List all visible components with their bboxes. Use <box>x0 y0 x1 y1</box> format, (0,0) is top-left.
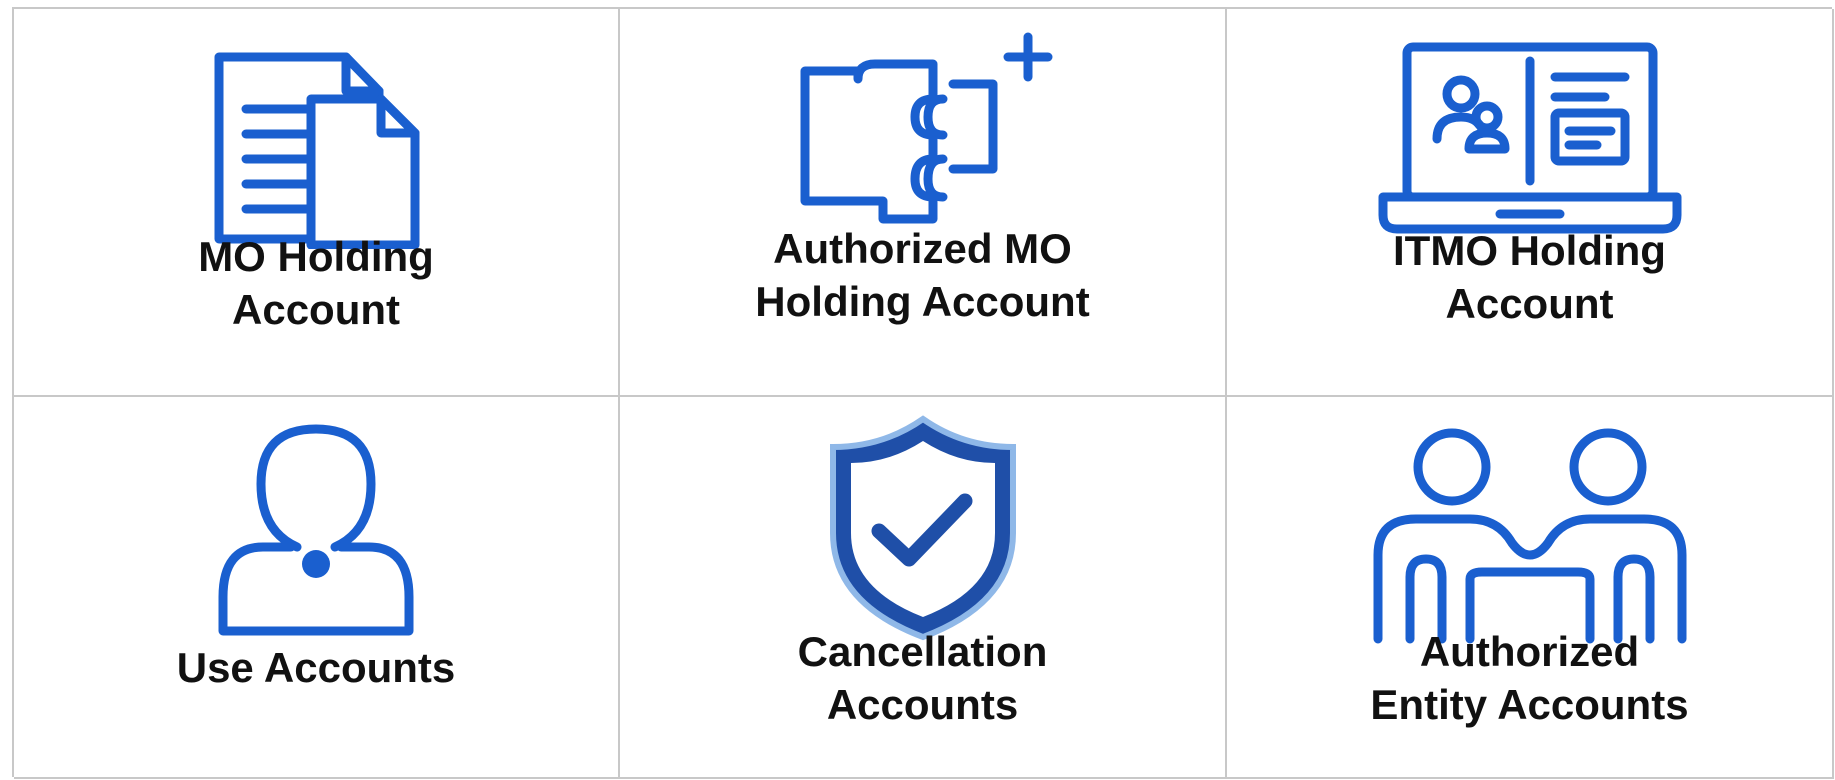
card-label: Authorized MO Holding Account <box>755 225 1090 325</box>
laptop-profile-icon <box>1375 39 1685 239</box>
card-authorized-entity[interactable]: Authorized Entity Accounts <box>1227 397 1834 779</box>
puzzle-plus-icon <box>793 29 1053 239</box>
card-label: Cancellation Accounts <box>797 628 1048 728</box>
card-itmo-holding[interactable]: ITMO Holding Account <box>1227 9 1834 397</box>
user-icon <box>211 419 421 639</box>
two-people-icon <box>1370 427 1690 647</box>
documents-icon <box>211 49 421 249</box>
card-mo-holding[interactable]: MO Holding Account <box>14 9 620 397</box>
account-types-grid: MO Holding Account Authorized MO Holding A… <box>12 7 1834 779</box>
card-use[interactable]: Use Accounts <box>14 397 620 779</box>
card-label: ITMO Holding Account <box>1393 227 1666 327</box>
card-label: Authorized Entity Accounts <box>1370 628 1689 728</box>
card-label: Use Accounts <box>176 644 456 691</box>
card-authorized-mo-holding[interactable]: Authorized MO Holding Account <box>620 9 1227 397</box>
card-cancellation[interactable]: Cancellation Accounts <box>620 397 1227 779</box>
card-label: MO Holding Account <box>198 233 434 333</box>
shield-check-icon <box>823 413 1023 643</box>
